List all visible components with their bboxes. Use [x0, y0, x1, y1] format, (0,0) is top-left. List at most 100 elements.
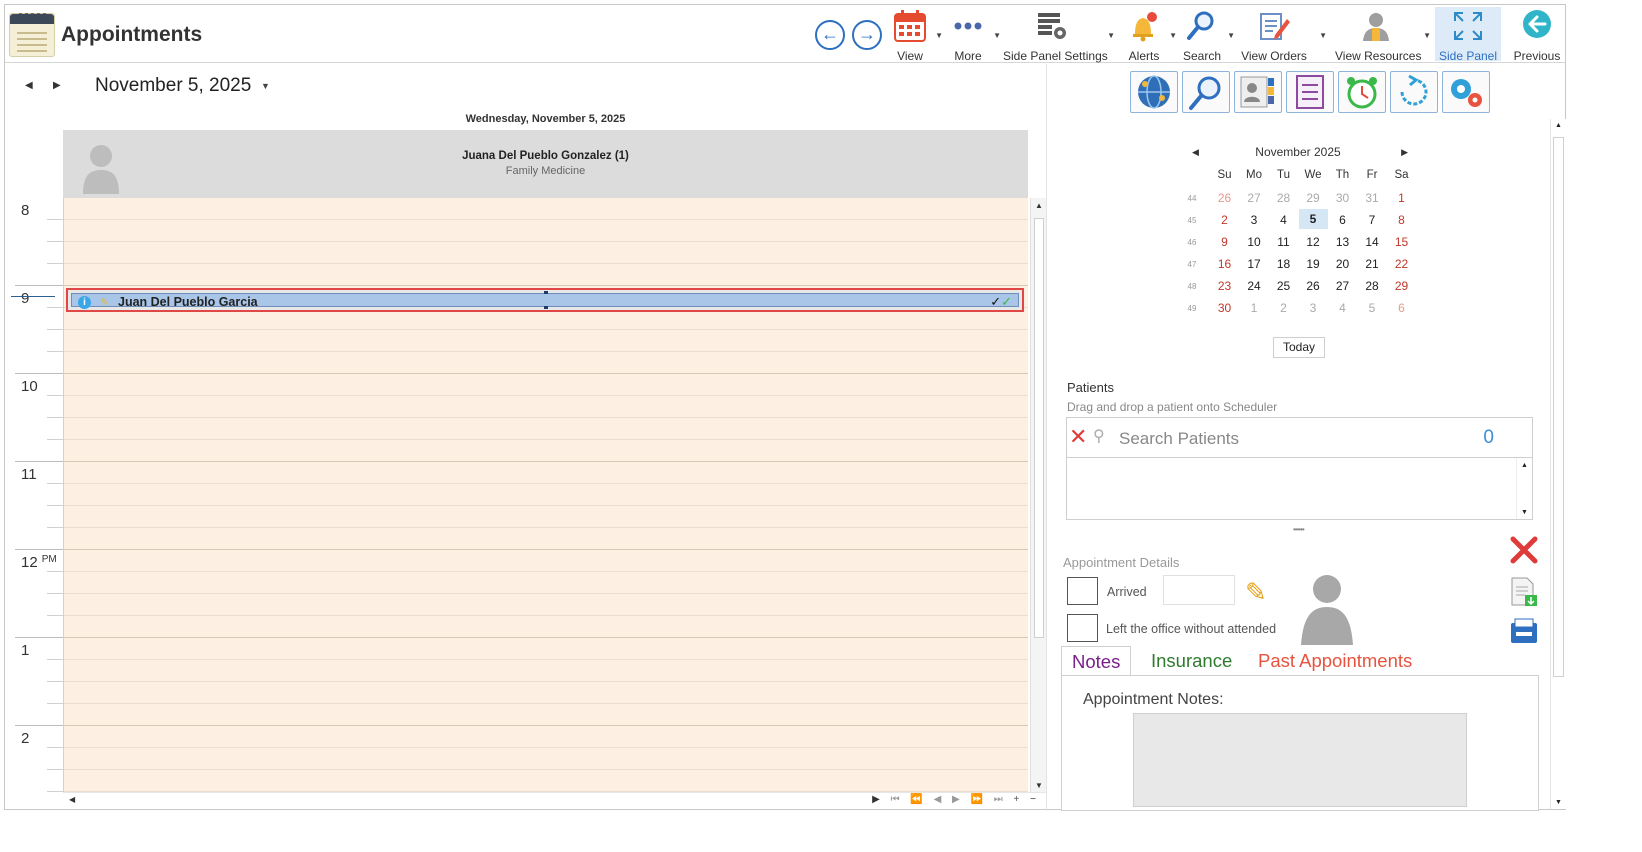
view-orders-dropdown-icon[interactable]: ▼ — [1319, 31, 1327, 40]
side-panel-scrollbar[interactable]: ▲ ▼ — [1550, 119, 1566, 809]
calendar-day[interactable]: 10 — [1240, 235, 1269, 249]
splitter-grip[interactable]: •••••• — [1293, 525, 1305, 534]
scroll-thumb[interactable] — [1034, 218, 1044, 638]
schedule-horizontal-scrollbar[interactable]: ◀ ▶ ⏮ ⏪ ◀ ▶ ⏩ ⏭ + − — [63, 792, 1046, 808]
calendar-day[interactable]: 8 — [1387, 213, 1416, 227]
resize-handle-top[interactable] — [544, 291, 548, 294]
pencil-icon[interactable]: ✎ — [1245, 577, 1267, 608]
calendar-day[interactable]: 4 — [1269, 213, 1298, 227]
calendar-day[interactable]: 2 — [1210, 213, 1239, 227]
time-slot[interactable] — [64, 616, 1028, 638]
time-slot[interactable] — [64, 330, 1028, 352]
scroll-up-icon[interactable]: ▲ — [1555, 122, 1562, 129]
next-month-icon[interactable]: ▶ — [1401, 147, 1408, 158]
calendar-day[interactable]: 28 — [1269, 191, 1298, 205]
calendar-day[interactable]: 6 — [1328, 213, 1357, 227]
calendar-day[interactable]: 26 — [1210, 191, 1239, 205]
search-button[interactable]: Search ▼ — [1181, 7, 1235, 63]
calendar-day[interactable]: 14 — [1358, 235, 1387, 249]
view-dropdown-icon[interactable]: ▼ — [935, 31, 943, 40]
calendar-day[interactable]: 22 — [1387, 257, 1416, 271]
more-dropdown-icon[interactable]: ▼ — [993, 31, 1001, 40]
calendar-day[interactable]: 3 — [1240, 213, 1269, 227]
calendar-day[interactable]: 29 — [1387, 279, 1416, 293]
refresh-icon[interactable] — [1390, 71, 1438, 113]
view-orders-button[interactable]: View Orders ▼ — [1239, 7, 1327, 63]
calendar-day[interactable]: 29 — [1299, 191, 1328, 205]
time-slot[interactable] — [64, 484, 1028, 506]
delete-icon[interactable] — [1507, 533, 1541, 572]
time-slot[interactable] — [64, 198, 1028, 220]
current-date[interactable]: November 5, 2025 — [95, 75, 251, 97]
calendar-day[interactable]: 1 — [1240, 301, 1269, 315]
arrived-time-field[interactable] — [1163, 575, 1235, 605]
time-slot[interactable] — [64, 396, 1028, 418]
view-resources-button[interactable]: View Resources ▼ — [1335, 7, 1431, 63]
calendar-day[interactable]: 1 — [1387, 191, 1416, 205]
calendar-day[interactable]: 28 — [1358, 279, 1387, 293]
alarm-clock-icon[interactable] — [1338, 71, 1386, 113]
time-slot[interactable] — [64, 660, 1028, 682]
schedule-vertical-scrollbar[interactable]: ▲ ▼ — [1030, 198, 1046, 792]
time-slot[interactable] — [64, 264, 1028, 286]
calendar-day[interactable]: 6 — [1387, 301, 1416, 315]
contact-card-icon[interactable] — [1234, 71, 1282, 113]
calendar-day[interactable]: 19 — [1299, 257, 1328, 271]
calendar-day[interactable]: 7 — [1358, 213, 1387, 227]
calendar-day[interactable]: 17 — [1240, 257, 1269, 271]
scroll-left-icon[interactable]: ◀ — [69, 795, 75, 804]
calendar-day[interactable]: 16 — [1210, 257, 1239, 271]
calendar-day[interactable]: 11 — [1269, 235, 1298, 249]
calendar-day[interactable]: 4 — [1328, 301, 1357, 315]
time-slot[interactable] — [64, 704, 1028, 726]
tab-past-appointments[interactable]: Past Appointments — [1248, 646, 1422, 676]
clear-search-icon[interactable]: ✕ — [1069, 424, 1087, 450]
time-slot[interactable] — [64, 770, 1028, 792]
tab-notes[interactable]: Notes — [1061, 646, 1132, 676]
forward-arrow-button[interactable]: → — [852, 20, 882, 50]
calendar-day[interactable]: 27 — [1240, 191, 1269, 205]
appointment-block[interactable]: i ✎ Juan Del Pueblo Garcia ✓✓ — [66, 288, 1024, 312]
resize-handle-bottom[interactable] — [544, 306, 548, 309]
calendar-day[interactable]: 30 — [1210, 301, 1239, 315]
patient-list-scrollbar[interactable]: ▲ ▼ — [1516, 458, 1532, 519]
calendar-day[interactable]: 3 — [1299, 301, 1328, 315]
export-document-icon[interactable] — [1507, 575, 1541, 614]
today-button[interactable]: Today — [1273, 337, 1325, 358]
calendar-day[interactable]: 2 — [1269, 301, 1298, 315]
back-arrow-button[interactable]: ← — [815, 20, 845, 50]
calendar-day[interactable]: 13 — [1328, 235, 1357, 249]
search-dropdown-icon[interactable]: ▼ — [1227, 31, 1235, 40]
calendar-day[interactable]: 5 — [1358, 301, 1387, 315]
time-slot[interactable] — [64, 374, 1028, 396]
calendar-day[interactable]: 18 — [1269, 257, 1298, 271]
arrived-checkbox[interactable] — [1067, 577, 1098, 605]
side-panel-scroll-thumb[interactable] — [1553, 137, 1564, 677]
calendar-day[interactable]: 25 — [1269, 279, 1298, 293]
time-slot[interactable] — [64, 638, 1028, 660]
time-slot[interactable] — [64, 682, 1028, 704]
time-slot[interactable] — [64, 352, 1028, 374]
time-slot[interactable] — [64, 462, 1028, 484]
calendar-day[interactable]: 23 — [1210, 279, 1239, 293]
globe-network-icon[interactable] — [1130, 71, 1178, 113]
gears-icon[interactable] — [1442, 71, 1490, 113]
calendar-day[interactable]: 21 — [1358, 257, 1387, 271]
archive-tray-icon[interactable] — [1507, 615, 1541, 654]
tab-insurance[interactable]: Insurance — [1141, 646, 1242, 676]
left-office-checkbox[interactable] — [1067, 614, 1098, 642]
view-button[interactable]: View ▼ — [889, 7, 943, 63]
time-slot[interactable] — [64, 506, 1028, 528]
calendar-day[interactable]: 31 — [1358, 191, 1387, 205]
next-day-icon[interactable]: ▶ — [53, 80, 61, 91]
calendar-day[interactable]: 20 — [1328, 257, 1357, 271]
search-icon[interactable] — [1182, 71, 1230, 113]
time-slot[interactable] — [64, 594, 1028, 616]
calendar-day[interactable]: 24 — [1240, 279, 1269, 293]
time-slot[interactable] — [64, 572, 1028, 594]
previous-button[interactable]: Previous — [1509, 7, 1565, 63]
time-slot[interactable] — [64, 726, 1028, 748]
time-slot[interactable] — [64, 550, 1028, 572]
calendar-day[interactable]: 27 — [1328, 279, 1357, 293]
search-patients-input[interactable]: Search Patients — [1119, 429, 1239, 449]
